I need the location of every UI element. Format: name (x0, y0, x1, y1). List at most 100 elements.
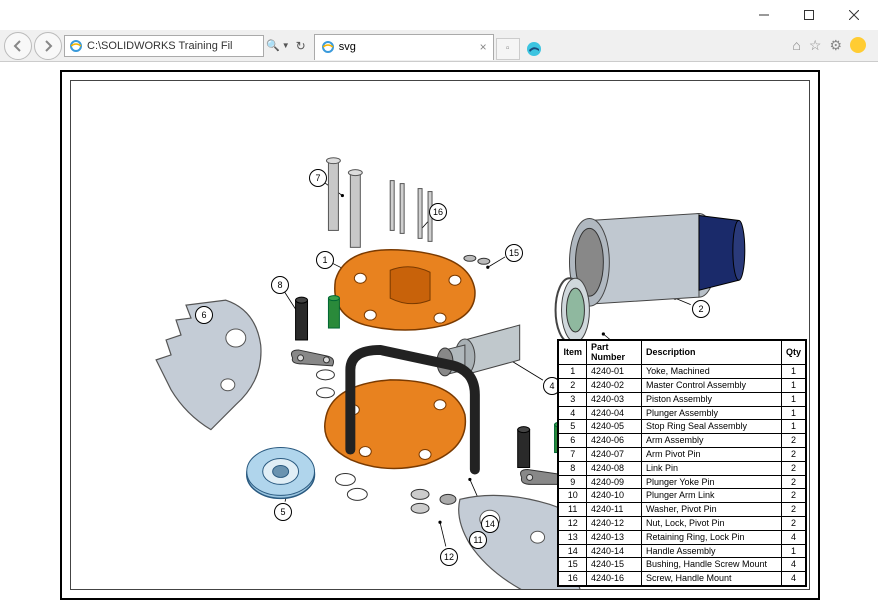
bom-cell-desc: Bushing, Handle Screw Mount (641, 558, 781, 572)
back-button[interactable] (4, 32, 32, 60)
bom-cell-desc: Piston Assembly (641, 392, 781, 406)
bom-cell-desc: Stop Ring Seal Assembly (641, 420, 781, 434)
bom-cell-qty: 1 (781, 379, 805, 393)
bom-cell-qty: 4 (781, 572, 805, 586)
bom-cell-item: 6 (559, 434, 587, 448)
bom-cell-desc: Arm Pivot Pin (641, 448, 781, 462)
bom-cell-item: 15 (559, 558, 587, 572)
balloon-5: 5 (274, 503, 292, 521)
tab-strip: svg × ▫ (314, 32, 546, 60)
bom-cell-item: 8 (559, 461, 587, 475)
content-viewport[interactable]: 12345678910111213141516 Item Part Number… (0, 62, 878, 609)
bom-cell-item: 11 (559, 503, 587, 517)
bom-cell-desc: Arm Assembly (641, 434, 781, 448)
bom-cell-pn: 4240-15 (586, 558, 641, 572)
bom-header-pn: Part Number (586, 340, 641, 365)
balloon-16: 16 (429, 203, 447, 221)
bom-cell-pn: 4240-16 (586, 572, 641, 586)
bom-cell-desc: Plunger Arm Link (641, 489, 781, 503)
bom-row: 54240-05Stop Ring Seal Assembly1 (559, 420, 806, 434)
balloon-11: 11 (469, 531, 487, 549)
bom-cell-pn: 4240-10 (586, 489, 641, 503)
bom-table: Item Part Number Description Qty 14240-0… (557, 339, 807, 587)
bom-cell-item: 10 (559, 489, 587, 503)
tab-close-icon[interactable]: × (480, 40, 487, 54)
navigation-bar: C:\SOLIDWORKS Training Fil 🔍 ▼ ↻ svg × ▫… (0, 30, 878, 62)
bom-row: 74240-07Arm Pivot Pin2 (559, 448, 806, 462)
bom-cell-pn: 4240-04 (586, 406, 641, 420)
bom-cell-item: 3 (559, 392, 587, 406)
feedback-icon[interactable] (850, 37, 866, 53)
bom-row: 154240-15Bushing, Handle Screw Mount4 (559, 558, 806, 572)
balloon-7: 7 (309, 169, 327, 187)
bom-cell-qty: 1 (781, 365, 805, 379)
balloon-2: 2 (692, 300, 710, 318)
bom-cell-item: 14 (559, 544, 587, 558)
refresh-icon[interactable]: ↻ (296, 39, 306, 53)
bom-header-qty: Qty (781, 340, 805, 365)
bom-row: 44240-04Plunger Assembly1 (559, 406, 806, 420)
bom-cell-pn: 4240-09 (586, 475, 641, 489)
bom-cell-pn: 4240-06 (586, 434, 641, 448)
bom-cell-item: 16 (559, 572, 587, 586)
bom-row: 24240-02Master Control Assembly1 (559, 379, 806, 393)
minimize-button[interactable] (741, 1, 786, 29)
bom-row: 94240-09Plunger Yoke Pin2 (559, 475, 806, 489)
home-icon[interactable]: ⌂ (792, 37, 800, 54)
balloon-14: 14 (481, 515, 499, 533)
bom-cell-pn: 4240-08 (586, 461, 641, 475)
favorites-icon[interactable]: ☆ (809, 37, 822, 54)
bom-cell-item: 13 (559, 530, 587, 544)
bom-cell-qty: 2 (781, 434, 805, 448)
bom-cell-qty: 2 (781, 448, 805, 462)
bom-cell-qty: 1 (781, 544, 805, 558)
bom-cell-desc: Yoke, Machined (641, 365, 781, 379)
ie-icon (321, 40, 335, 54)
bom-cell-desc: Handle Assembly (641, 544, 781, 558)
balloon-15: 15 (505, 244, 523, 262)
maximize-button[interactable] (786, 1, 831, 29)
bom-cell-desc: Nut, Lock, Pivot Pin (641, 517, 781, 531)
bom-cell-desc: Link Pin (641, 461, 781, 475)
bom-cell-desc: Plunger Assembly (641, 406, 781, 420)
bom-cell-pn: 4240-07 (586, 448, 641, 462)
bom-cell-desc: Master Control Assembly (641, 379, 781, 393)
bom-cell-pn: 4240-12 (586, 517, 641, 531)
new-tab-button[interactable]: ▫ (496, 38, 520, 60)
bom-cell-item: 7 (559, 448, 587, 462)
tab-svg[interactable]: svg × (314, 34, 494, 60)
bom-cell-desc: Screw, Handle Mount (641, 572, 781, 586)
bom-header-item: Item (559, 340, 587, 365)
bom-cell-qty: 2 (781, 489, 805, 503)
bom-cell-pn: 4240-13 (586, 530, 641, 544)
settings-icon[interactable]: ⚙ (829, 37, 842, 54)
bom-cell-pn: 4240-05 (586, 420, 641, 434)
bom-row: 64240-06Arm Assembly2 (559, 434, 806, 448)
address-bar[interactable]: C:\SOLIDWORKS Training Fil (64, 35, 264, 57)
bom-cell-qty: 1 (781, 392, 805, 406)
bom-cell-qty: 2 (781, 517, 805, 531)
ie-icon (69, 39, 83, 53)
bom-cell-item: 9 (559, 475, 587, 489)
bom-cell-pn: 4240-03 (586, 392, 641, 406)
balloon-1: 1 (316, 251, 334, 269)
edge-button[interactable] (522, 38, 546, 60)
toolbar-icons: ⌂ ☆ ⚙ (792, 37, 874, 54)
bom-cell-desc: Plunger Yoke Pin (641, 475, 781, 489)
search-icon[interactable]: 🔍 (266, 39, 280, 52)
bom-row: 34240-03Piston Assembly1 (559, 392, 806, 406)
bom-row: 114240-11Washer, Pivot Pin2 (559, 503, 806, 517)
tab-title: svg (339, 41, 356, 53)
address-text: C:\SOLIDWORKS Training Fil (87, 40, 232, 52)
bom-cell-qty: 1 (781, 420, 805, 434)
balloon-6: 6 (195, 306, 213, 324)
forward-button[interactable] (34, 32, 62, 60)
bom-cell-desc: Retaining Ring, Lock Pin (641, 530, 781, 544)
bom-cell-qty: 4 (781, 558, 805, 572)
bom-row: 164240-16Screw, Handle Mount4 (559, 572, 806, 586)
dropdown-icon[interactable]: ▼ (282, 41, 290, 50)
bom-cell-qty: 4 (781, 530, 805, 544)
bom-cell-item: 12 (559, 517, 587, 531)
close-button[interactable] (831, 1, 876, 29)
bom-cell-item: 5 (559, 420, 587, 434)
